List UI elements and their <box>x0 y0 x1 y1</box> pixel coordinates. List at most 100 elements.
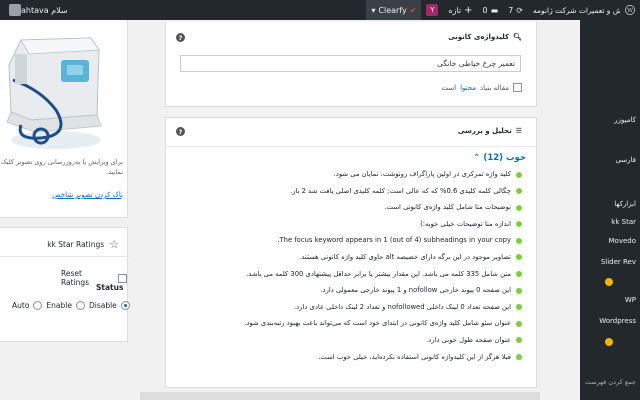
cornerstone-suffix: است <box>441 83 457 92</box>
star-icon: ☆ <box>109 238 119 251</box>
status-radio-group: Auto Enable Disable <box>12 301 130 310</box>
kk-star-ratings-panel: kk Star Ratings ☆ Reset Ratings Status A… <box>0 227 130 342</box>
radio-auto-label: Auto <box>12 301 30 310</box>
horizontal-scrollbar[interactable] <box>140 392 540 400</box>
good-bullet-icon <box>516 254 522 261</box>
avatar <box>9 4 21 16</box>
menu-item-kk-star[interactable]: kk Star <box>580 218 640 226</box>
focus-keyword-title: 🔍︎ کلیدواژه‌ی کانونی <box>448 33 522 41</box>
updates-button[interactable]: ⟳ 7 <box>503 0 528 20</box>
good-bullet-icon <box>516 237 522 244</box>
result-text: چگالی کلمه کلیدی 0.6% که که عالی است; کل… <box>290 186 511 195</box>
chevron-up-icon: ⌃ <box>473 153 481 163</box>
focus-keyword-title-text: کلیدواژه‌ی کانونی <box>448 33 510 41</box>
result-text: متن شامل 335 کلمه می باشد. این مقدار بیش… <box>246 269 511 278</box>
chevron-down-icon: ▾ <box>371 5 376 15</box>
user-account-menu[interactable]: سلام ahtava <box>0 0 73 20</box>
result-text: The focus keyword appears in 1 (out of 4… <box>277 236 511 245</box>
good-bullet-icon <box>516 204 522 211</box>
list-item: عنوان صفحه طول خوبی دارد. <box>172 336 522 353</box>
radio-disable[interactable] <box>120 301 130 310</box>
help-icon[interactable]: ? <box>176 33 185 42</box>
radio-enable-label: Enable <box>46 301 72 310</box>
post-sidebar: برای ویرایش یا به‌روزرسانی روی تصویر کلی… <box>0 20 130 400</box>
wordpress-logo-icon[interactable]: W <box>620 0 640 20</box>
yoast-icon: Y <box>426 4 439 16</box>
divider <box>166 146 536 147</box>
comments-button[interactable]: ▬ 0 <box>478 0 504 20</box>
focus-keyword-box: 🔍︎ کلیدواژه‌ی کانونی ? مقاله بنیاد محتوا… <box>165 22 537 107</box>
good-bullet-icon <box>516 171 522 178</box>
cornerstone-checkbox[interactable] <box>513 83 522 92</box>
help-icon[interactable]: ? <box>176 127 185 136</box>
list-item: این صفحه 0 پیوند خارجی nofollow و 1 پیون… <box>172 286 522 303</box>
updates-count: 7 <box>508 5 514 15</box>
plus-icon: + <box>464 4 473 16</box>
new-content-button[interactable]: + تازه <box>443 0 477 20</box>
menu-item-persian[interactable]: فارسی <box>580 156 640 164</box>
list-item: توضیحات متا شامل کلید واژه‌ی کانونی است. <box>172 203 522 220</box>
radio-auto[interactable] <box>33 301 43 310</box>
list-item: متن شامل 335 کلمه می باشد. این مقدار بیش… <box>172 270 522 287</box>
menu-item-movedo[interactable]: Movedo <box>580 237 640 245</box>
admin-sidebar-menu: کامپوزر فارسی ابزارکها kk Star Movedo Sl… <box>580 20 640 400</box>
sewing-machine-image[interactable] <box>1 20 105 154</box>
stars-panel-title: kk Star Ratings <box>47 240 105 249</box>
analysis-title: ☰ تحلیل و بررسی <box>458 127 522 135</box>
seo-analysis-box: ☰ تحلیل و بررسی ? خوب (12) ⌃ کلید واژه ت… <box>165 117 537 388</box>
list-item: کلید واژه تمرکزی در اولین پاراگراف رونوش… <box>172 170 522 187</box>
admin-bar: W تارنمای رسمی فروش و تعمیرات شرکت ژانوم… <box>0 0 640 20</box>
clearfy-menu[interactable]: ✔ Clearfy ▾ <box>366 0 422 20</box>
comment-icon: ▬ <box>490 5 499 15</box>
radio-enable[interactable] <box>75 301 85 310</box>
result-text: این صفحه 0 پیوند خارجی nofollow و 1 پیون… <box>320 286 511 295</box>
good-bullet-icon <box>516 271 522 278</box>
result-text: قبلا هرگز از این کلیدواژه کانونی استفاده… <box>318 352 511 361</box>
plugin-menu-icon <box>605 338 613 346</box>
good-bullet-icon <box>516 188 522 195</box>
menu-item-widgets[interactable]: ابزارکها <box>580 200 640 208</box>
remove-featured-image-link[interactable]: پاک کردن تصویر شاخص <box>52 191 123 199</box>
featured-image-panel: برای ویرایش یا به‌روزرسانی روی تصویر کلی… <box>0 20 128 218</box>
clearfy-label: Clearfy <box>378 5 407 15</box>
howdy-text: سلام ahtava <box>21 5 68 15</box>
divider <box>0 256 129 257</box>
radio-disable-label: Disable <box>88 301 117 310</box>
menu-item-wordpress[interactable]: Wordpress <box>580 317 640 325</box>
result-text: کلید واژه تمرکزی در اولین پاراگراف رونوش… <box>333 170 511 178</box>
new-label: تازه <box>448 5 462 15</box>
stars-panel-header[interactable]: kk Star Ratings ☆ <box>47 238 119 251</box>
good-bullet-icon <box>516 287 522 294</box>
plugin-menu-icon <box>605 278 613 286</box>
list-item: اندازه متا توضیحات خیلی خوبه:) <box>172 220 522 237</box>
result-text: اندازه متا توضیحات خیلی خوبه:) <box>420 219 511 228</box>
result-text: توضیحات متا شامل کلید واژه‌ی کانونی است. <box>384 203 512 212</box>
good-bullet-icon <box>516 221 522 228</box>
result-text: عنوان صفحه طول خوبی دارد. <box>426 335 511 344</box>
list-item: The focus keyword appears in 1 (out of 4… <box>172 236 522 253</box>
reset-ratings-checkbox[interactable] <box>118 273 127 283</box>
featured-image-caption: برای ویرایش یا به‌روزرسانی روی تصویر کلی… <box>0 158 123 176</box>
menu-item-wp[interactable]: WP <box>580 296 640 304</box>
list-item: چگالی کلمه کلیدی 0.6% که که عالی است; کل… <box>172 187 522 204</box>
good-results-heading: خوب (12) <box>483 153 526 163</box>
collapse-menu-button[interactable]: جمع کردن فهرست <box>580 378 640 386</box>
status-label: Status <box>96 283 124 292</box>
cornerstone-link[interactable]: محتوا <box>460 84 476 92</box>
good-results-toggle[interactable]: خوب (12) ⌃ <box>473 153 526 163</box>
menu-item-composer[interactable]: کامپوزر <box>580 116 640 124</box>
result-text: تصاویر موجود در این برگه دارای خصیصه alt… <box>299 252 511 261</box>
good-bullet-icon <box>516 320 522 327</box>
yoast-button[interactable]: Y <box>421 0 443 20</box>
site-name-link[interactable]: تارنمای رسمی فروش و تعمیرات شرکت ژانومه <box>528 0 620 20</box>
result-text: این صفحه تعداد 0 لینک داخلی nofollowed و… <box>293 302 511 311</box>
cornerstone-row: مقاله بنیاد محتوا است <box>441 83 522 92</box>
list-item: تصاویر موجود در این برگه دارای خصیصه alt… <box>172 253 522 270</box>
key-icon: 🔍︎ <box>513 33 522 41</box>
focus-keyword-input[interactable] <box>180 55 521 72</box>
svg-text:W: W <box>627 8 633 14</box>
updates-icon: ⟳ <box>516 5 523 15</box>
menu-item-slider-rev[interactable]: Slider Rev <box>580 258 640 266</box>
result-text: عنوان سئو شامل کلید واژه‌ی کانونی در ابت… <box>244 319 511 328</box>
good-bullet-icon <box>516 337 522 344</box>
